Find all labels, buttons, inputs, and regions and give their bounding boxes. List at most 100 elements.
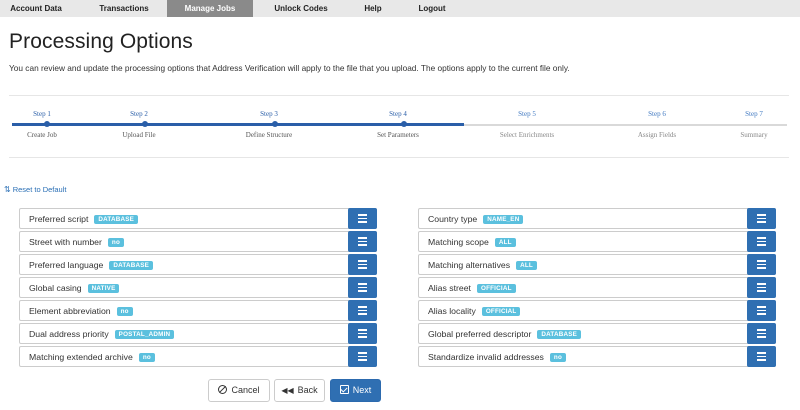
option-menu-button[interactable] <box>348 323 377 344</box>
option-value-badge: OFFICIAL <box>476 284 516 293</box>
option-menu-button[interactable] <box>348 208 377 229</box>
cancel-icon <box>218 385 228 394</box>
option-value-badge: DATABASE <box>109 261 154 270</box>
option-value-badge: no <box>549 353 566 362</box>
checkbox-icon <box>339 385 349 394</box>
option-value-badge: ALL <box>494 238 516 247</box>
option-menu-button[interactable] <box>348 300 377 321</box>
step-number: Step 7 <box>745 110 763 118</box>
option-text: Country type NAME_EN <box>428 214 524 224</box>
cancel-button[interactable]: Cancel <box>208 379 270 402</box>
option-menu-button[interactable] <box>348 254 377 275</box>
option-label: Element abbreviation <box>29 306 111 316</box>
nav-help[interactable]: Help <box>352 0 394 17</box>
cancel-label: Cancel <box>231 385 260 395</box>
option-text: Matching extended archive no <box>29 352 155 362</box>
step-label: Assign Fields <box>637 131 677 139</box>
option-label: Dual address priority <box>29 329 109 339</box>
nav-manage-jobs[interactable]: Manage Jobs <box>167 0 253 17</box>
step-label: Select Enrichments <box>499 131 555 139</box>
option-text: Standardize invalid addresses no <box>428 352 566 362</box>
option-label: Matching scope <box>428 237 489 247</box>
option-menu-button[interactable] <box>348 277 377 298</box>
sort-arrows-icon: ⇅ <box>4 185 11 194</box>
option-row: Matching scope ALL <box>418 231 776 252</box>
step-number: Step 1 <box>33 110 51 118</box>
option-row: Preferred script DATABASE <box>19 208 377 229</box>
option-row: Street with number no <box>19 231 377 252</box>
option-row: Dual address priority POSTAL_ADMIN <box>19 323 377 344</box>
option-menu-button[interactable] <box>747 346 776 367</box>
page-description: You can review and update the processing… <box>9 63 570 73</box>
reset-to-default-link[interactable]: ⇅ Reset to Default <box>4 185 66 194</box>
option-menu-button[interactable] <box>747 277 776 298</box>
option-value-badge: no <box>138 353 155 362</box>
nav-unlock-codes[interactable]: Unlock Codes <box>262 0 340 17</box>
option-text: Preferred script DATABASE <box>29 214 139 224</box>
option-row: Alias street OFFICIAL <box>418 277 776 298</box>
step-label: Define Structure <box>245 131 293 139</box>
option-label: Preferred language <box>29 260 104 270</box>
option-menu-button[interactable] <box>747 254 776 275</box>
step-label: Upload File <box>122 131 156 139</box>
option-text: Element abbreviation no <box>29 306 133 316</box>
option-row: Global preferred descriptor DATABASE <box>418 323 776 344</box>
option-text: Alias street OFFICIAL <box>428 283 516 293</box>
nav-logout[interactable]: Logout <box>408 0 456 17</box>
step-number: Step 3 <box>260 110 278 118</box>
option-text: Global casing NATIVE <box>29 283 120 293</box>
option-row: Country type NAME_EN <box>418 208 776 229</box>
option-text: Matching scope ALL <box>428 237 516 247</box>
option-value-badge: ALL <box>516 261 537 270</box>
option-text: Street with number no <box>29 237 125 247</box>
next-label: Next <box>352 385 372 395</box>
option-menu-button[interactable] <box>747 208 776 229</box>
option-text: Global preferred descriptor DATABASE <box>428 329 581 339</box>
reset-label: Reset to Default <box>12 185 67 194</box>
option-value-badge: no <box>116 307 133 316</box>
nav-transactions[interactable]: Transactions <box>86 0 162 17</box>
back-icon: ◀◀ <box>281 386 294 395</box>
option-row: Preferred language DATABASE <box>19 254 377 275</box>
back-button[interactable]: ◀◀ Back <box>274 379 325 402</box>
step-label: Create Job <box>27 131 57 139</box>
step-number: Step 4 <box>389 110 407 118</box>
step-dot <box>44 121 50 127</box>
option-menu-button[interactable] <box>747 231 776 252</box>
option-menu-button[interactable] <box>348 231 377 252</box>
option-label: Matching alternatives <box>428 260 511 270</box>
option-value-badge: DATABASE <box>537 330 581 339</box>
option-row: Global casing NATIVE <box>19 277 377 298</box>
option-value-badge: NAME_EN <box>483 215 524 224</box>
option-label: Matching extended archive <box>29 352 133 362</box>
step-dot <box>272 121 278 127</box>
stepper-progress <box>12 123 464 126</box>
step-dot <box>142 121 148 127</box>
option-value-badge: POSTAL_ADMIN <box>114 330 175 339</box>
next-button[interactable]: Next <box>330 379 381 402</box>
option-row: Element abbreviation no <box>19 300 377 321</box>
option-text: Preferred language DATABASE <box>29 260 154 270</box>
option-value-badge: OFFICIAL <box>481 307 521 316</box>
option-menu-button[interactable] <box>747 323 776 344</box>
option-label: Global preferred descriptor <box>428 329 532 339</box>
back-label: Back <box>297 385 318 395</box>
option-text: Matching alternatives ALL <box>428 260 537 270</box>
nav-account-data[interactable]: Account Data <box>0 0 72 17</box>
step-number: Step 6 <box>648 110 666 118</box>
option-value-badge: NATIVE <box>87 284 120 293</box>
option-row: Alias locality OFFICIAL <box>418 300 776 321</box>
option-row: Matching extended archive no <box>19 346 377 367</box>
divider <box>9 95 789 96</box>
option-label: Global casing <box>29 283 82 293</box>
option-label: Alias locality <box>428 306 476 316</box>
option-label: Country type <box>428 214 478 224</box>
option-label: Preferred script <box>29 214 89 224</box>
option-label: Street with number <box>29 237 102 247</box>
option-label: Alias street <box>428 283 471 293</box>
option-menu-button[interactable] <box>348 346 377 367</box>
option-menu-button[interactable] <box>747 300 776 321</box>
option-text: Alias locality OFFICIAL <box>428 306 521 316</box>
option-value-badge: DATABASE <box>94 215 139 224</box>
step-number: Step 2 <box>130 110 148 118</box>
